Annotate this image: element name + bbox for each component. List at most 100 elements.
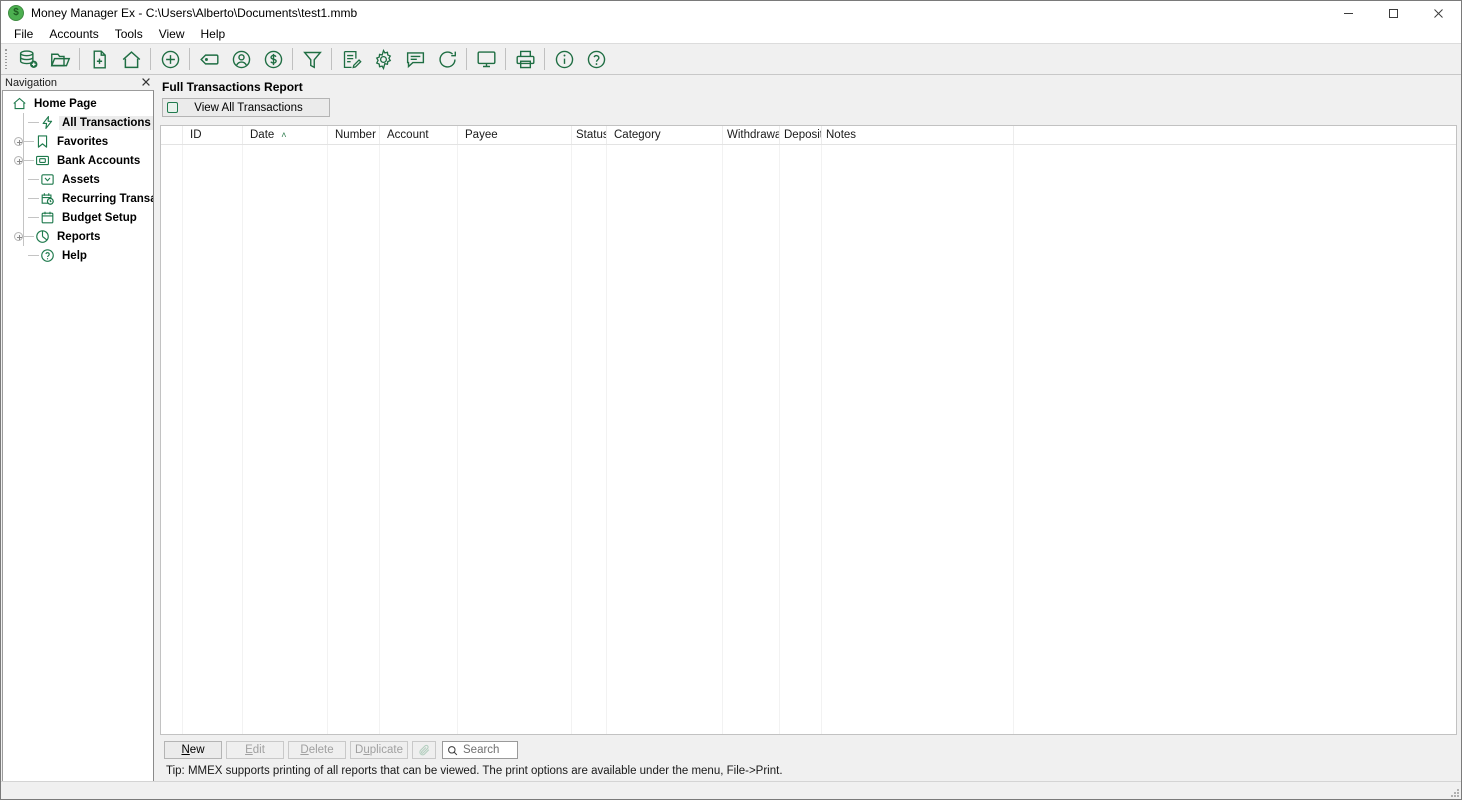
column-header-number[interactable]: Number [328, 126, 380, 144]
column-header-account[interactable]: Account [380, 126, 458, 144]
checkbox-icon[interactable] [167, 102, 178, 113]
column-header-id[interactable]: ID [183, 126, 243, 144]
monitor-icon[interactable] [470, 44, 502, 74]
sidebar-item-budget-setup[interactable]: Budget Setup [3, 208, 153, 227]
new-database-icon[interactable] [12, 44, 44, 74]
sidebar-item-help[interactable]: Help [3, 246, 153, 265]
sidebar-item-all-transactions[interactable]: All Transactions [3, 113, 153, 132]
menu-view[interactable]: View [151, 26, 193, 42]
search-icon [448, 745, 458, 755]
grid-body[interactable] [161, 145, 1456, 734]
action-button-bar: New Edit Delete Duplicate Search [160, 739, 1457, 761]
grid-column-number [328, 145, 380, 734]
application-window: $ Money Manager Ex - C:\Users\Alberto\Do… [0, 0, 1462, 800]
new-button[interactable]: New [164, 741, 222, 759]
edit-button-rest: dit [252, 744, 265, 756]
new-button-rest: ew [189, 744, 205, 756]
column-header-date[interactable]: Date ˄ [243, 126, 328, 144]
sidebar-item-bank-accounts[interactable]: Bank Accounts [3, 151, 153, 170]
sidebar-item-label: Home Page [34, 97, 97, 110]
help-circle-icon [39, 247, 56, 264]
status-bar [1, 781, 1461, 799]
delete-button-rest: elete [308, 744, 334, 756]
bookmark-icon [34, 133, 51, 150]
column-header-category[interactable]: Category [607, 126, 723, 144]
column-header-select[interactable] [161, 126, 183, 144]
column-header-filler [1014, 126, 1456, 144]
toolbar-grip[interactable] [3, 48, 9, 70]
toolbar [1, 43, 1461, 75]
add-circle-icon[interactable] [154, 44, 186, 74]
expand-toggle-bank-accounts[interactable] [14, 156, 23, 165]
sidebar-item-label: Budget Setup [62, 211, 137, 224]
open-folder-icon[interactable] [44, 44, 76, 74]
lightning-icon [39, 114, 56, 131]
refresh-icon[interactable] [431, 44, 463, 74]
column-header-withdrawal[interactable]: Withdrawal [723, 126, 780, 144]
maximize-button[interactable] [1371, 1, 1416, 25]
toolbar-separator [544, 48, 545, 70]
info-icon[interactable] [548, 44, 580, 74]
sidebar-item-home-page[interactable]: Home Page [3, 94, 153, 113]
minimize-button[interactable] [1326, 1, 1371, 25]
grid-column-payee [458, 145, 572, 734]
expand-toggle-reports[interactable] [14, 232, 23, 241]
close-icon[interactable] [140, 76, 152, 88]
column-header-status[interactable]: Status [572, 126, 607, 144]
column-header-payee[interactable]: Payee [458, 126, 572, 144]
sidebar-item-label: Recurring Transactions [62, 192, 154, 205]
expand-toggle-favorites[interactable] [14, 137, 23, 146]
grid-column-status [572, 145, 607, 734]
assets-icon [39, 171, 56, 188]
transactions-grid: ID Date ˄ Number Account Payee Status Ca… [160, 125, 1457, 735]
filter-funnel-icon[interactable] [296, 44, 328, 74]
edit-document-icon[interactable] [335, 44, 367, 74]
window-controls [1326, 1, 1461, 25]
toolbar-separator [331, 48, 332, 70]
help-circle-icon[interactable] [580, 44, 612, 74]
grid-header-row: ID Date ˄ Number Account Payee Status Ca… [161, 126, 1456, 145]
menu-file[interactable]: File [6, 26, 41, 42]
toolbar-separator [292, 48, 293, 70]
grid-column-id [183, 145, 243, 734]
gear-icon[interactable] [367, 44, 399, 74]
paperclip-icon[interactable] [412, 741, 436, 759]
calendar-clock-icon [39, 190, 56, 207]
toolbar-separator [189, 48, 190, 70]
sidebar-item-favorites[interactable]: Favorites [3, 132, 153, 151]
new-file-icon[interactable] [83, 44, 115, 74]
home-icon[interactable] [115, 44, 147, 74]
sidebar-item-label: Assets [62, 173, 100, 186]
currency-circle-icon[interactable] [257, 44, 289, 74]
calendar-icon [39, 209, 56, 226]
window-title: Money Manager Ex - C:\Users\Alberto\Docu… [31, 6, 358, 20]
view-all-transactions-button[interactable]: View All Transactions [162, 98, 330, 117]
sidebar-item-recurring-transactions[interactable]: Recurring Transactions [3, 189, 153, 208]
sidebar-item-label: Favorites [57, 135, 109, 148]
toolbar-separator [150, 48, 151, 70]
sidebar-item-assets[interactable]: Assets [3, 170, 153, 189]
edit-button[interactable]: Edit [226, 741, 284, 759]
duplicate-button-rest: plicate [369, 744, 403, 756]
toolbar-separator [505, 48, 506, 70]
search-input[interactable]: Search [442, 741, 518, 759]
sidebar-item-reports[interactable]: Reports [3, 227, 153, 246]
toolbar-separator [79, 48, 80, 70]
navigation-panel: Navigation Home Page All Transactions Fa… [1, 75, 156, 781]
sidebar-item-label: Bank Accounts [57, 154, 141, 167]
close-button[interactable] [1416, 1, 1461, 25]
delete-button[interactable]: Delete [288, 741, 346, 759]
resize-grip[interactable] [1448, 786, 1459, 797]
printer-icon[interactable] [509, 44, 541, 74]
menu-help[interactable]: Help [193, 26, 234, 42]
duplicate-button[interactable]: Duplicate [350, 741, 408, 759]
column-header-deposit[interactable]: Deposit [780, 126, 822, 144]
user-circle-icon[interactable] [225, 44, 257, 74]
menu-tools[interactable]: Tools [107, 26, 151, 42]
tag-icon[interactable] [193, 44, 225, 74]
view-all-transactions-label: View All Transactions [194, 101, 303, 114]
grid-column-notes [822, 145, 1014, 734]
column-header-notes[interactable]: Notes [822, 126, 1014, 144]
comment-icon[interactable] [399, 44, 431, 74]
menu-accounts[interactable]: Accounts [41, 26, 106, 42]
